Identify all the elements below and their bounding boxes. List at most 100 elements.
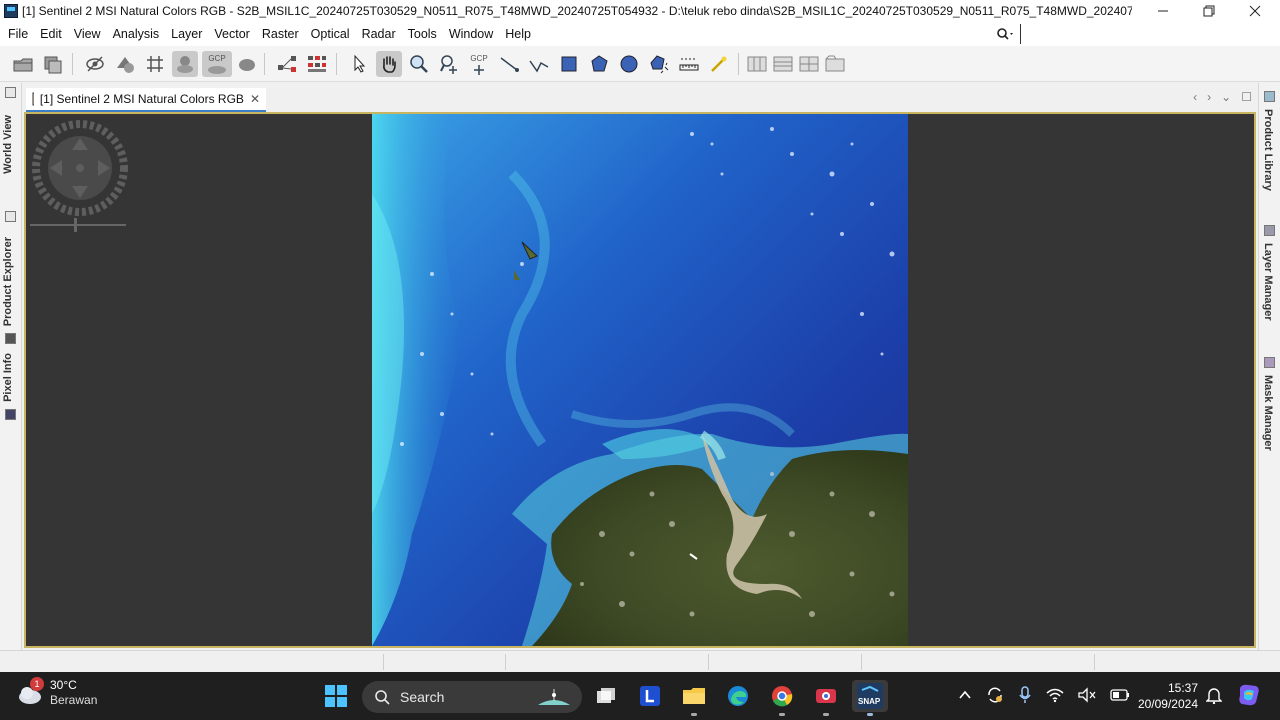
maximize-icon[interactable]: ☐	[1241, 90, 1252, 104]
tab-world-view[interactable]: World View	[2, 115, 14, 174]
quick-search-input[interactable]	[1020, 24, 1150, 44]
tab-layer-manager[interactable]: Layer Manager	[1262, 243, 1274, 321]
graph-builder-button[interactable]	[274, 51, 300, 77]
tab-mask-manager[interactable]: Mask Manager	[1262, 375, 1274, 451]
notification-area	[1206, 686, 1222, 704]
select-tool-button[interactable]	[346, 51, 372, 77]
document-tab-strip: [1] Sentinel 2 MSI Natural Colors RGB ✕ …	[22, 86, 1258, 112]
taskbar-app-l[interactable]	[634, 680, 666, 712]
weather-widget[interactable]: 1 30°C Berawan	[16, 677, 97, 708]
start-button[interactable]	[324, 684, 348, 708]
menu-help[interactable]: Help	[499, 22, 537, 46]
restore-button[interactable]	[1186, 0, 1232, 22]
menu-view[interactable]: View	[68, 22, 107, 46]
folder-icon	[683, 688, 705, 704]
zoom-slider[interactable]	[30, 224, 126, 226]
microphone-icon[interactable]	[1018, 686, 1032, 704]
polygon-drawing-button[interactable]	[586, 51, 612, 77]
chevron-right-icon[interactable]: ›	[1207, 90, 1211, 104]
cylinder-icon	[5, 333, 16, 344]
bell-icon[interactable]	[1206, 686, 1222, 704]
close-icon	[1249, 5, 1261, 17]
menu-optical[interactable]: Optical	[305, 22, 356, 46]
batch-processing-button[interactable]	[304, 51, 330, 77]
chrome-button[interactable]	[766, 680, 798, 716]
close-tab-icon[interactable]: ✕	[250, 92, 260, 106]
tab-product-library[interactable]: Product Library	[1262, 109, 1274, 191]
chevron-left-icon[interactable]: ‹	[1193, 90, 1197, 104]
menu-analysis[interactable]: Analysis	[107, 22, 166, 46]
menu-tools[interactable]: Tools	[402, 22, 443, 46]
open-product-button[interactable]	[10, 51, 36, 77]
system-clock[interactable]: 15:37 20/09/2024	[1126, 680, 1198, 712]
tile-horizontal-button[interactable]	[770, 51, 796, 77]
menu-window[interactable]: Window	[443, 22, 499, 46]
zoom-slider-knob[interactable]	[74, 218, 77, 232]
speaker-muted-icon[interactable]	[1078, 687, 1096, 703]
polyline-drawing-button[interactable]	[526, 51, 552, 77]
edge-button[interactable]	[722, 680, 754, 712]
pan-tool-button[interactable]	[376, 51, 402, 77]
close-button[interactable]	[1232, 0, 1278, 22]
pixel-info-tool-button[interactable]	[706, 51, 732, 77]
image-viewport[interactable]	[24, 112, 1256, 648]
running-indicator	[867, 713, 873, 716]
snap-taskbar-button[interactable]: SNAP	[852, 680, 888, 716]
shape-overlay-button[interactable]	[234, 51, 260, 77]
gcp-placing-button[interactable]: GCP	[466, 51, 492, 77]
pin-placing-button[interactable]	[436, 51, 462, 77]
gcp-overlay-button[interactable]: GCP	[202, 51, 232, 77]
save-product-button[interactable]	[40, 51, 66, 77]
pin-overlay-button[interactable]	[172, 51, 198, 77]
clock-time: 15:37	[1167, 681, 1198, 695]
tile-evenly-button[interactable]	[744, 51, 770, 77]
status-cell-5	[1094, 654, 1095, 670]
hand-icon	[383, 56, 396, 73]
product-library-icon	[1264, 91, 1275, 102]
file-explorer-button[interactable]	[678, 680, 710, 716]
line-drawing-button[interactable]	[496, 51, 522, 77]
quick-search[interactable]	[996, 24, 1150, 44]
left-dock: World View Product Explorer Pixel Info	[0, 83, 22, 650]
right-dock: Product Library Layer Manager Mask Manag…	[1258, 83, 1280, 650]
menu-file[interactable]: File	[2, 22, 34, 46]
rectangle-drawing-button[interactable]	[556, 51, 582, 77]
chevron-down-icon[interactable]: ⌄	[1221, 90, 1231, 104]
copilot-icon[interactable]	[1236, 682, 1262, 708]
window-mini-icon-2[interactable]	[5, 211, 16, 222]
running-indicator	[779, 713, 785, 716]
tab-pixel-info[interactable]: Pixel Info	[2, 353, 14, 402]
zoom-tool-button[interactable]	[406, 51, 432, 77]
navigation-control[interactable]	[32, 120, 128, 216]
video-camera-icon	[816, 689, 836, 703]
system-tray	[958, 686, 1130, 704]
notification-badge: 1	[30, 677, 44, 691]
minimize-button[interactable]	[1140, 0, 1186, 22]
range-finder-button[interactable]	[676, 51, 702, 77]
layer-button[interactable]	[112, 51, 138, 77]
menu-radar[interactable]: Radar	[356, 22, 402, 46]
menu-vector[interactable]: Vector	[208, 22, 255, 46]
taskbar-search[interactable]: Search	[362, 681, 582, 713]
restore-icon	[1203, 5, 1215, 17]
wifi-icon[interactable]	[1046, 687, 1064, 703]
tile-single-button[interactable]	[822, 51, 848, 77]
task-view-button[interactable]	[590, 680, 622, 712]
ellipse-drawing-button[interactable]	[616, 51, 642, 77]
magic-wand-button[interactable]	[646, 51, 672, 77]
polygon-icon	[591, 55, 608, 72]
window-title: [1] Sentinel 2 MSI Natural Colors RGB - …	[22, 4, 1132, 18]
tab-product-explorer[interactable]: Product Explorer	[2, 237, 14, 326]
band-maths-button[interactable]	[82, 51, 108, 77]
video-app-button[interactable]	[810, 680, 842, 716]
chevron-up-icon[interactable]	[958, 688, 972, 702]
graticule-button[interactable]	[142, 51, 168, 77]
windows-logo-icon	[325, 685, 347, 707]
window-mini-icon[interactable]	[5, 87, 16, 98]
menu-raster[interactable]: Raster	[256, 22, 305, 46]
menu-edit[interactable]: Edit	[34, 22, 68, 46]
tile-grid-button[interactable]	[796, 51, 822, 77]
sync-icon[interactable]	[986, 686, 1004, 704]
menu-layer[interactable]: Layer	[165, 22, 208, 46]
tab-sentinel-rgb[interactable]: [1] Sentinel 2 MSI Natural Colors RGB ✕	[26, 88, 266, 112]
